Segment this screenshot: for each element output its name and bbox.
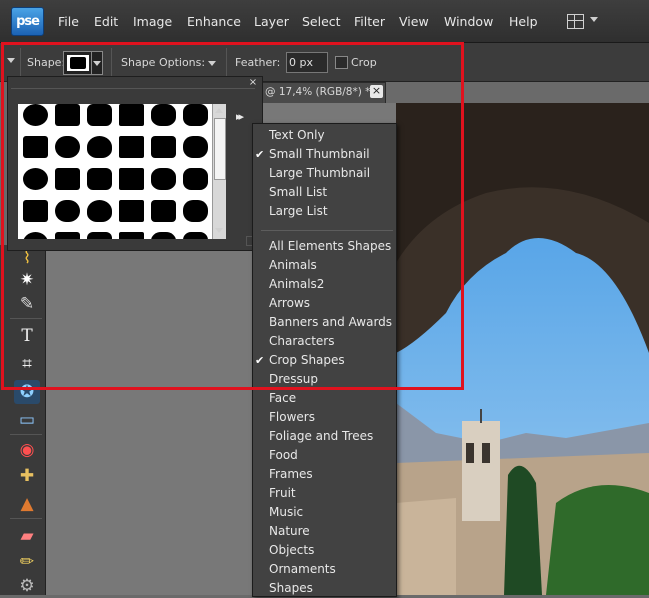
menu-layer[interactable]: Layer — [254, 14, 289, 29]
menu-item[interactable]: Shapes — [269, 581, 313, 595]
straighten-tool-icon[interactable]: ▭ — [14, 408, 40, 432]
clone-stamp-tool-icon[interactable]: ▲ — [14, 492, 40, 516]
workspace-layout-button[interactable] — [565, 12, 605, 32]
menu-item[interactable]: Foliage and Trees — [269, 429, 373, 443]
layout-grid-icon — [567, 14, 584, 29]
chevron-down-icon — [590, 17, 598, 22]
smart-brush-tool-icon[interactable]: ⚙ — [14, 574, 40, 598]
pencil-tool-icon[interactable]: ✏ — [14, 550, 40, 574]
menu-file[interactable]: File — [58, 14, 79, 29]
menu-select[interactable]: Select — [302, 14, 341, 29]
menu-help[interactable]: Help — [509, 14, 538, 29]
menu-filter[interactable]: Filter — [354, 14, 385, 29]
menu-item[interactable]: Food — [269, 448, 298, 462]
menu-item[interactable]: Nature — [269, 524, 310, 538]
menu-view[interactable]: View — [399, 14, 429, 29]
menu-window[interactable]: Window — [444, 14, 493, 29]
red-eye-tool-icon[interactable]: ◉ — [14, 438, 40, 462]
menu-item[interactable]: Music — [269, 505, 303, 519]
app-logo: pse — [11, 7, 44, 36]
spot-healing-tool-icon[interactable]: ✚ — [14, 464, 40, 488]
menu-enhance[interactable]: Enhance — [187, 14, 241, 29]
menu-item[interactable]: Ornaments — [269, 562, 336, 576]
menu-edit[interactable]: Edit — [94, 14, 118, 29]
menu-item[interactable]: Objects — [269, 543, 314, 557]
menu-item[interactable]: Fruit — [269, 486, 296, 500]
highlight-annotation — [1, 42, 464, 390]
menu-item[interactable]: Face — [269, 391, 296, 405]
eraser-tool-icon[interactable]: ▰ — [14, 524, 40, 548]
menu-image[interactable]: Image — [133, 14, 172, 29]
menu-item[interactable]: Frames — [269, 467, 313, 481]
menu-item[interactable]: Flowers — [269, 410, 315, 424]
